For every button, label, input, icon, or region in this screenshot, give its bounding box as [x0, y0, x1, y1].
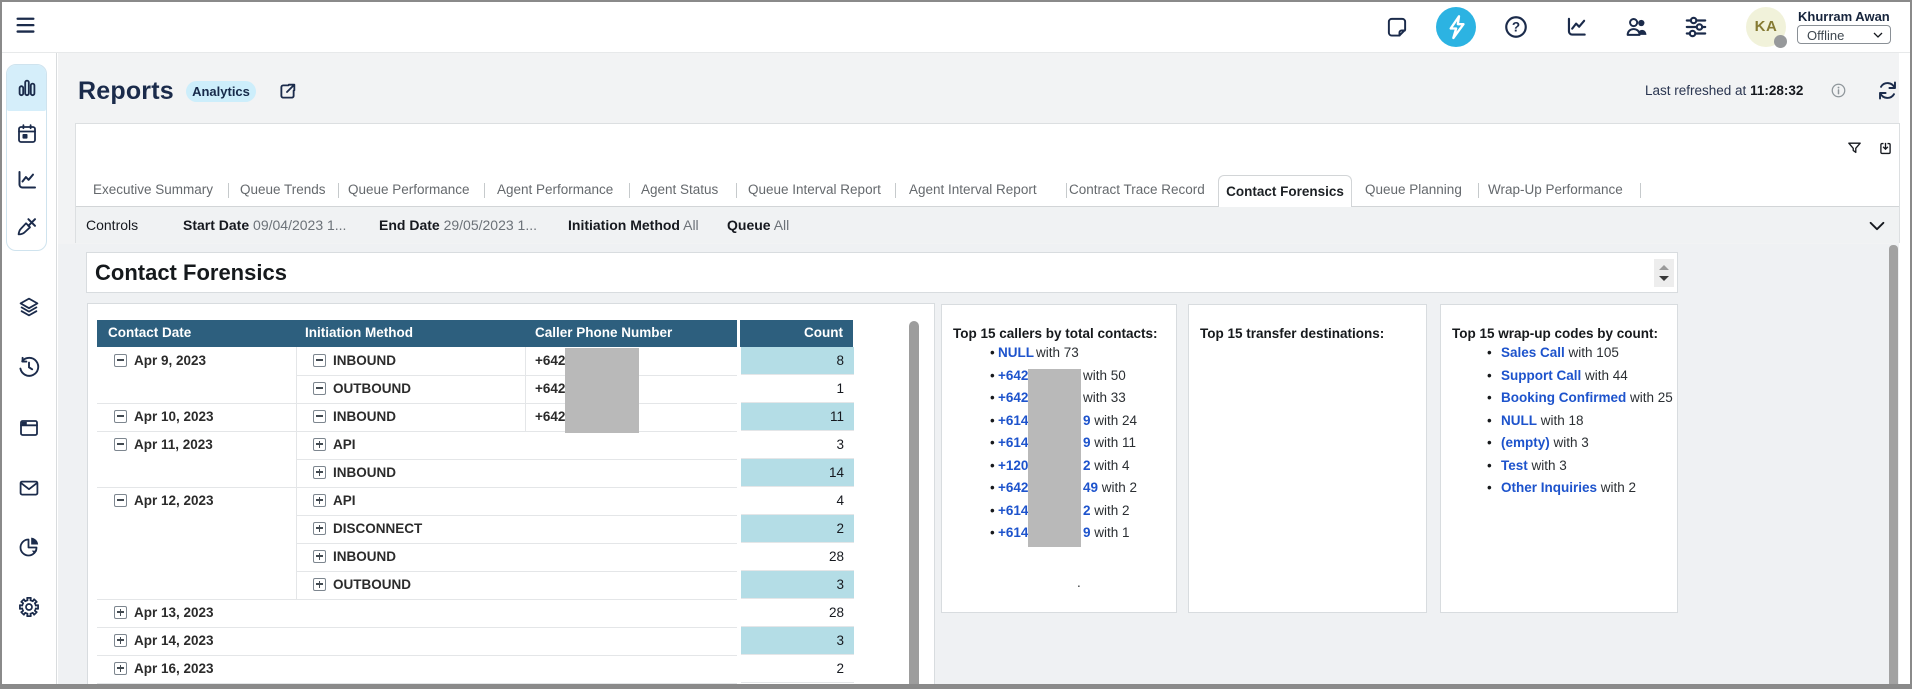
svg-text:?: ? [1512, 20, 1520, 35]
